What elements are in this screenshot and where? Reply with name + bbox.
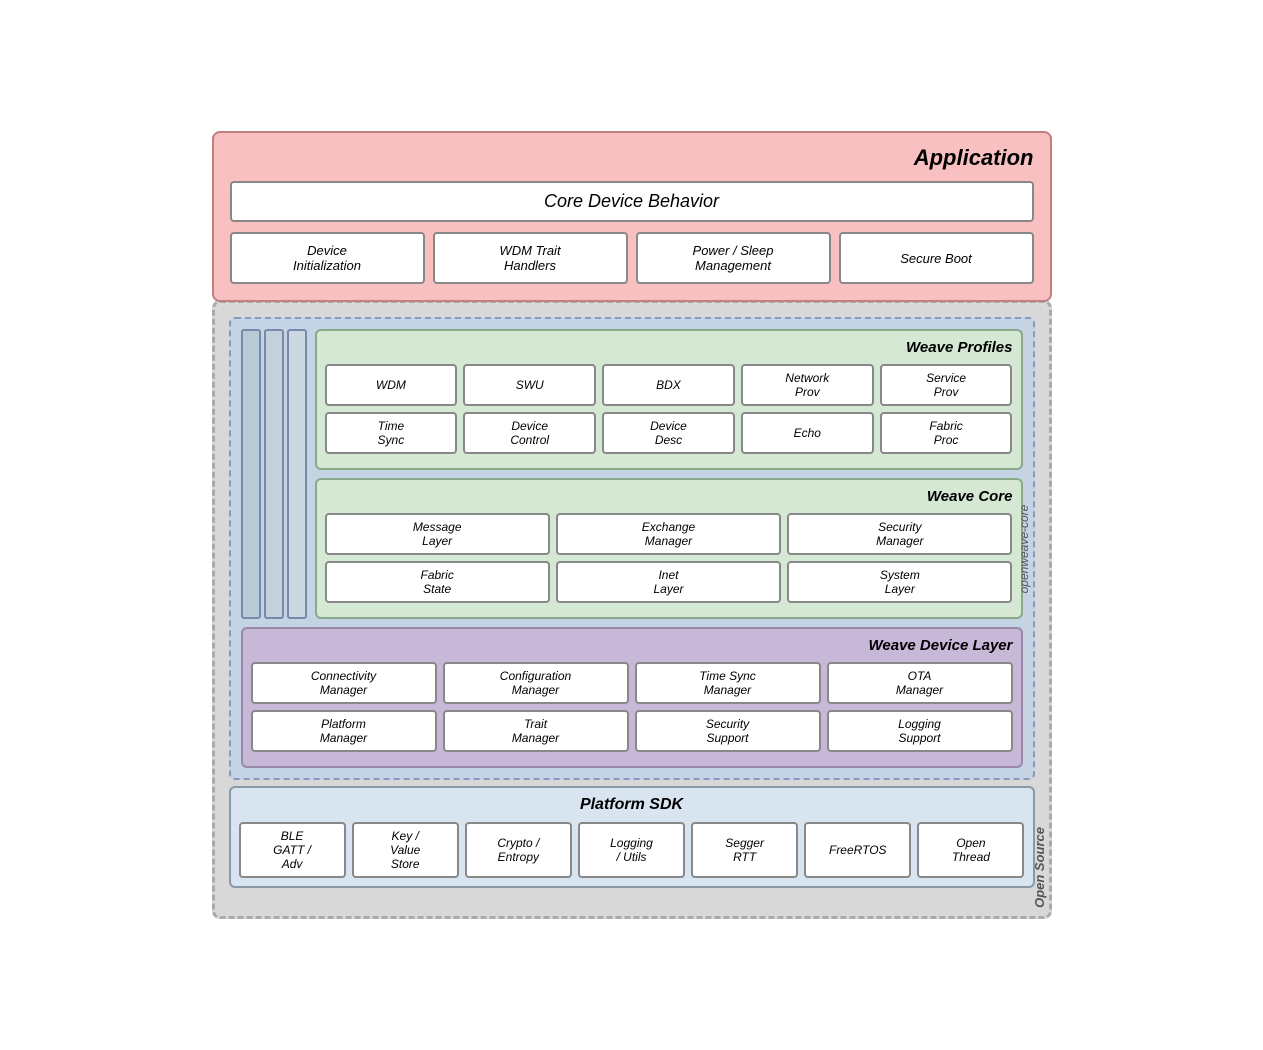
profiles-row-2: TimeSync DeviceControl DeviceDesc Echo F…: [325, 412, 1013, 454]
device-row-2: PlatformManager TraitManager SecuritySup…: [251, 710, 1013, 752]
open-source-label: Open Source: [1032, 827, 1047, 908]
freertos-box: FreeRTOS: [804, 822, 911, 878]
depth-bar-1: [241, 329, 261, 619]
security-support-box: SecuritySupport: [635, 710, 821, 752]
time-sync-manager-box: Time SyncManager: [635, 662, 821, 704]
application-title: Application: [230, 145, 1034, 171]
core-row-2: FabricState InetLayer SystemLayer: [325, 561, 1013, 603]
open-source-layer: Weave Profiles WDM SWU BDX NetworkProv S…: [212, 300, 1052, 919]
trait-manager-box: TraitManager: [443, 710, 629, 752]
secure-boot-box: Secure Boot: [839, 232, 1034, 284]
swu-box: SWU: [463, 364, 596, 406]
power-sleep-management-box: Power / SleepManagement: [636, 232, 831, 284]
openweave-core-layer: Weave Profiles WDM SWU BDX NetworkProv S…: [229, 317, 1035, 780]
platform-sdk-section: Platform SDK BLEGATT /Adv Key /ValueStor…: [229, 786, 1035, 888]
depth-bar-3: [287, 329, 307, 619]
fabric-proc-box: FabricProc: [880, 412, 1013, 454]
system-layer-box: SystemLayer: [787, 561, 1012, 603]
weave-core-title: Weave Core: [325, 488, 1013, 505]
ble-gatt-adv-box: BLEGATT /Adv: [239, 822, 346, 878]
segger-rtt-box: SeggerRTT: [691, 822, 798, 878]
logging-utils-box: Logging/ Utils: [578, 822, 685, 878]
depth-bars: [241, 329, 307, 619]
network-prov-box: NetworkProv: [741, 364, 874, 406]
platform-sdk-title: Platform SDK: [239, 796, 1025, 814]
open-thread-box: OpenThread: [917, 822, 1024, 878]
logging-support-box: LoggingSupport: [827, 710, 1013, 752]
core-device-behavior-box: Core Device Behavior: [230, 181, 1034, 222]
security-manager-box: SecurityManager: [787, 513, 1012, 555]
profiles-core-block: Weave Profiles WDM SWU BDX NetworkProv S…: [241, 329, 1023, 619]
weave-device-layer-section: Weave Device Layer ConnectivityManager C…: [241, 627, 1023, 768]
weave-device-layer-title: Weave Device Layer: [251, 637, 1013, 654]
inet-layer-box: InetLayer: [556, 561, 781, 603]
weave-profiles-title: Weave Profiles: [325, 339, 1013, 356]
weave-core-section: Weave Core MessageLayer ExchangeManager …: [315, 478, 1023, 619]
right-sections: Weave Profiles WDM SWU BDX NetworkProv S…: [315, 329, 1023, 619]
device-desc-box: DeviceDesc: [602, 412, 735, 454]
connectivity-manager-box: ConnectivityManager: [251, 662, 437, 704]
time-sync-profile-box: TimeSync: [325, 412, 458, 454]
platform-manager-box: PlatformManager: [251, 710, 437, 752]
sdk-row: BLEGATT /Adv Key /ValueStore Crypto /Ent…: [239, 822, 1025, 878]
wdm-box: WDM: [325, 364, 458, 406]
message-layer-box: MessageLayer: [325, 513, 550, 555]
ota-manager-box: OTAManager: [827, 662, 1013, 704]
openweave-core-label: openweave-core: [1017, 504, 1031, 593]
service-prov-box: ServiceProv: [880, 364, 1013, 406]
device-initialization-box: DeviceInitialization: [230, 232, 425, 284]
diagram-container: Application Core Device Behavior DeviceI…: [182, 111, 1082, 939]
wdm-trait-handlers-box: WDM TraitHandlers: [433, 232, 628, 284]
device-row-1: ConnectivityManager ConfigurationManager…: [251, 662, 1013, 704]
core-row-1: MessageLayer ExchangeManager SecurityMan…: [325, 513, 1013, 555]
crypto-entropy-box: Crypto /Entropy: [465, 822, 572, 878]
app-sub-boxes: DeviceInitialization WDM TraitHandlers P…: [230, 232, 1034, 284]
fabric-state-box: FabricState: [325, 561, 550, 603]
profiles-row-1: WDM SWU BDX NetworkProv ServiceProv: [325, 364, 1013, 406]
weave-profiles-section: Weave Profiles WDM SWU BDX NetworkProv S…: [315, 329, 1023, 470]
exchange-manager-box: ExchangeManager: [556, 513, 781, 555]
architecture-diagram: Application Core Device Behavior DeviceI…: [212, 131, 1052, 919]
key-value-store-box: Key /ValueStore: [352, 822, 459, 878]
device-control-box: DeviceControl: [463, 412, 596, 454]
application-layer: Application Core Device Behavior DeviceI…: [212, 131, 1052, 302]
bdx-box: BDX: [602, 364, 735, 406]
echo-box: Echo: [741, 412, 874, 454]
depth-bar-2: [264, 329, 284, 619]
configuration-manager-box: ConfigurationManager: [443, 662, 629, 704]
